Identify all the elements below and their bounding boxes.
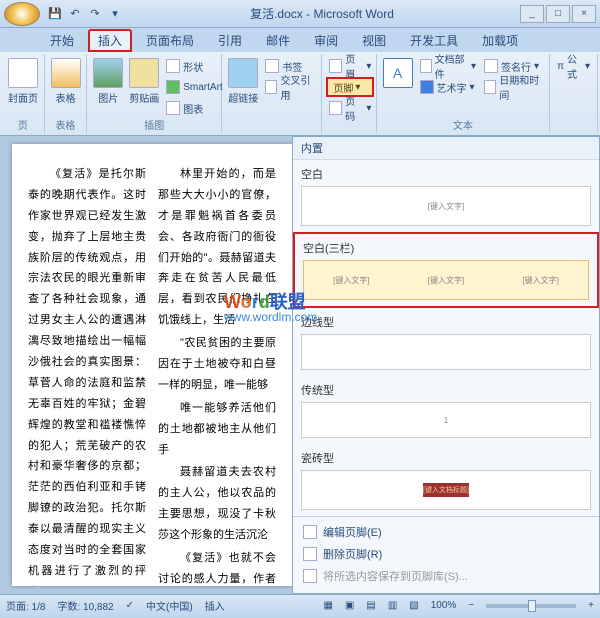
doc-paragraph: "农民贫困的主要原因在于土地被夺和白昼一样的明显，唯一能够	[158, 333, 276, 396]
doc-paragraph: 《复活》是托尔斯泰的晚期代表作。这时作家世界观已经发生激变，抛弃了上层地主贵族阶…	[28, 164, 146, 586]
close-button[interactable]: ×	[572, 5, 596, 23]
docparts-icon	[420, 59, 432, 73]
clipart-icon	[129, 58, 159, 88]
textbox-icon: A	[383, 58, 413, 88]
group-tables-label: 表格	[45, 117, 87, 132]
docparts-button[interactable]: 文档部件 ▾	[417, 56, 479, 76]
chart-button[interactable]: 图表	[163, 98, 225, 118]
tab-mailings[interactable]: 邮件	[256, 29, 300, 52]
smartart-icon	[166, 80, 180, 94]
gallery-item-traditional[interactable]: 传统型 1	[293, 376, 599, 444]
wordart-icon	[420, 80, 434, 94]
gallery-section-builtin: 内置	[293, 137, 599, 160]
save-icon	[303, 569, 317, 583]
tab-developer[interactable]: 开发工具	[400, 29, 468, 52]
save-footer-menu: 将所选内容保存到页脚库(S)...	[293, 565, 599, 587]
status-words[interactable]: 字数: 10,882	[57, 598, 113, 613]
shapes-button[interactable]: 形状	[163, 56, 225, 76]
gallery-item-blank[interactable]: 空白 [键入文字]	[293, 160, 599, 232]
window-title: 复活.docx - Microsoft Word	[124, 5, 520, 22]
remove-icon	[303, 547, 317, 561]
chart-icon	[166, 101, 180, 115]
status-bar: 页面: 1/8 字数: 10,882 ✓ 中文(中国) 插入 ▦ ▣ ▤ ▥ ▧…	[0, 594, 600, 616]
header-button[interactable]: 页眉 ▾	[326, 56, 374, 76]
qat-more-icon[interactable]: ▾	[106, 5, 124, 23]
pagenum-icon	[329, 101, 342, 115]
maximize-button[interactable]: □	[546, 5, 570, 23]
qat-undo-icon[interactable]: ↶	[66, 5, 84, 23]
hyperlink-icon	[228, 58, 258, 88]
cover-page-icon	[8, 58, 38, 88]
tab-home[interactable]: 开始	[40, 29, 84, 52]
tab-addins[interactable]: 加载项	[472, 29, 528, 52]
status-proofing-icon[interactable]: ✓	[126, 600, 134, 611]
datetime-icon	[484, 80, 496, 94]
view-print-icon[interactable]: ▦	[323, 600, 332, 611]
qat-redo-icon[interactable]: ↷	[86, 5, 104, 23]
doc-paragraph: 唯一能够养活他们的土地都被地主从他们手	[158, 398, 276, 461]
view-draft-icon[interactable]: ▧	[409, 600, 418, 611]
equation-button[interactable]: π 公式 ▾	[554, 56, 593, 76]
picture-icon	[93, 58, 123, 88]
tab-pagelayout[interactable]: 页面布局	[136, 29, 204, 52]
zoom-thumb[interactable]	[528, 600, 536, 612]
wordart-button[interactable]: 艺术字 ▾	[417, 77, 479, 97]
view-web-icon[interactable]: ▤	[366, 600, 375, 611]
crossref-button[interactable]: 交叉引用	[262, 77, 317, 97]
remove-footer-menu[interactable]: 删除页脚(R)	[293, 543, 599, 565]
ribbon-tabs: 开始 插入 页面布局 引用 邮件 审阅 视图 开发工具 加载项	[0, 28, 600, 52]
qat-save-icon[interactable]: 💾	[46, 5, 64, 23]
header-icon	[329, 59, 342, 73]
status-lang[interactable]: 中文(中国)	[146, 598, 193, 613]
view-outline-icon[interactable]: ▥	[388, 600, 397, 611]
view-full-icon[interactable]: ▣	[345, 600, 354, 611]
zoom-out-button[interactable]: −	[468, 600, 474, 611]
gallery-item-tile[interactable]: 瓷砖型 [键入文档标题]	[293, 444, 599, 516]
sigline-icon	[484, 59, 498, 73]
gallery-item-edge[interactable]: 边线型	[293, 308, 599, 376]
minimize-button[interactable]: _	[520, 5, 544, 23]
document-page[interactable]: 《复活》是托尔斯泰的晚期代表作。这时作家世界观已经发生激变，抛弃了上层地主贵族阶…	[12, 144, 292, 586]
group-illus-label: 插图	[87, 117, 221, 132]
edit-icon	[303, 525, 317, 539]
table-icon	[51, 58, 81, 88]
footer-gallery: 内置 空白 [键入文字] 空白(三栏) [键入文字][键入文字][键入文字] 边…	[292, 136, 600, 594]
edit-footer-menu[interactable]: 编辑页脚(E)	[293, 521, 599, 543]
zoom-in-button[interactable]: +	[588, 600, 594, 611]
doc-paragraph: 《复活》也就不会讨论的感人力量，作者秋莎时，流露时邪恶同情和爱，少女时期为地主家…	[158, 548, 276, 586]
office-button[interactable]	[4, 2, 40, 26]
status-mode[interactable]: 插入	[205, 598, 225, 613]
tab-insert[interactable]: 插入	[88, 29, 132, 52]
doc-paragraph: 聂赫留道夫去农村的主人公，他以农品的主要思想，现没了卡秋莎这个形象的生活沉沦	[158, 462, 276, 546]
datetime-button[interactable]: 日期和时间	[481, 77, 545, 97]
watermark-url: www.wordlm.com	[224, 310, 317, 324]
zoom-slider[interactable]	[486, 604, 576, 608]
tab-references[interactable]: 引用	[208, 29, 252, 52]
bookmark-icon	[265, 59, 279, 73]
crossref-icon	[265, 80, 277, 94]
tab-review[interactable]: 审阅	[304, 29, 348, 52]
shapes-icon	[166, 59, 180, 73]
hyperlink-button[interactable]: 超链接	[226, 56, 260, 131]
pagenum-button[interactable]: 页码 ▾	[326, 98, 374, 118]
tab-view[interactable]: 视图	[352, 29, 396, 52]
ribbon: 封面页 页 表格 表格 图片 剪贴画 形状 SmartArt 图表 插图 超链接…	[0, 52, 600, 136]
group-pages-label: 页	[2, 117, 44, 132]
smartart-button[interactable]: SmartArt	[163, 77, 225, 97]
group-text-label: 文本	[377, 117, 550, 132]
gallery-item-blank-3col[interactable]: 空白(三栏) [键入文字][键入文字][键入文字]	[293, 232, 599, 308]
status-page[interactable]: 页面: 1/8	[6, 598, 45, 613]
zoom-level[interactable]: 100%	[431, 600, 457, 611]
